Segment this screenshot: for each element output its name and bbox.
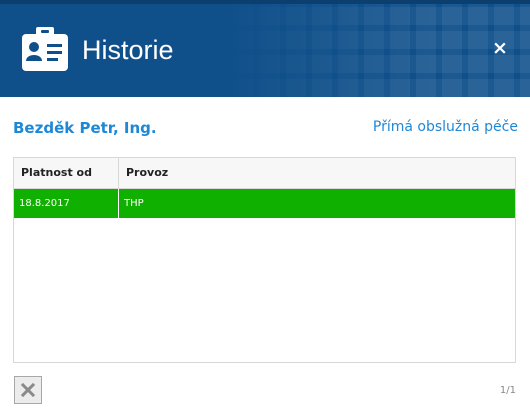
page-indicator: 1/1 xyxy=(499,385,516,396)
header-top-edge xyxy=(0,0,530,4)
cell-provoz: THP xyxy=(124,198,144,209)
dialog-title: Historie xyxy=(82,35,174,65)
table-header: Platnost od Provoz xyxy=(14,158,515,189)
column-header-platnost-od[interactable]: Platnost od xyxy=(14,158,119,188)
column-header-provoz[interactable]: Provoz xyxy=(119,158,515,188)
dialog-header: Historie × xyxy=(0,0,530,97)
person-name: Bezděk Petr, Ing. xyxy=(13,119,157,137)
category-label: Přímá obslužná péče xyxy=(372,119,518,135)
cell-platnost-od: 18.8.2017 xyxy=(14,189,119,218)
close-button[interactable]: × xyxy=(492,38,508,58)
table-row[interactable]: 18.8.2017 THP xyxy=(14,189,515,218)
id-badge-icon xyxy=(22,27,68,71)
delete-button[interactable] xyxy=(14,376,42,404)
close-icon xyxy=(21,383,35,397)
history-table: Platnost od Provoz 18.8.2017 THP xyxy=(13,157,516,363)
